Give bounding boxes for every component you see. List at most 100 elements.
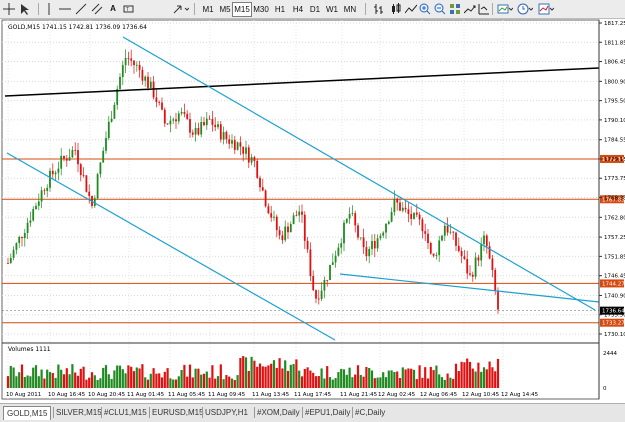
tab-xom-daily[interactable]: #XOM,Daily xyxy=(257,406,300,419)
candle-body xyxy=(21,236,23,239)
tab-separator xyxy=(202,407,203,418)
volume-scale-label: 2444 xyxy=(603,351,617,357)
volume-bar xyxy=(6,376,10,388)
text-icon[interactable]: A xyxy=(106,2,120,15)
volume-bar xyxy=(421,377,424,388)
chart-shift-icon[interactable] xyxy=(477,2,491,15)
volume-bar xyxy=(317,376,320,388)
volume-bar xyxy=(373,378,376,388)
zoom-out-icon[interactable] xyxy=(433,2,447,15)
candle-body xyxy=(438,240,441,256)
candle-body xyxy=(345,218,348,223)
candle-body xyxy=(211,119,214,125)
zoom-in-icon[interactable] xyxy=(418,2,432,15)
candle-body xyxy=(23,232,26,239)
candle-body xyxy=(359,237,362,239)
templates-icon[interactable] xyxy=(537,2,555,15)
tab-silver-m15[interactable]: SILVER,M15 xyxy=(56,406,102,419)
trendline-icon[interactable] xyxy=(74,2,88,15)
volume-bar xyxy=(228,376,231,388)
channel-icon[interactable] xyxy=(90,2,104,15)
timeframe-mn-button[interactable]: MN xyxy=(340,2,360,17)
tab-usdjpy-h1[interactable]: USDJPY,H1 xyxy=(205,406,248,419)
timeframe-m15-button[interactable]: M15 xyxy=(232,2,252,17)
price-tick-label: 1746.45 xyxy=(604,274,625,280)
autoscroll-icon[interactable] xyxy=(463,2,477,15)
volume-bar xyxy=(62,374,66,388)
bar-chart-icon[interactable] xyxy=(372,2,386,15)
volume-bar xyxy=(418,365,421,388)
volume-bar xyxy=(466,358,469,388)
volume-bar xyxy=(54,377,57,388)
vertical-line-icon[interactable] xyxy=(42,2,56,15)
candle-body xyxy=(421,219,424,232)
candle-body xyxy=(457,245,460,252)
candle-body xyxy=(144,76,147,81)
price-tick-label: 1800.90 xyxy=(604,79,625,85)
price-tick-label: 1762.80 xyxy=(604,215,625,221)
candle-body xyxy=(424,231,427,234)
candle-body xyxy=(376,238,379,249)
volume-bar xyxy=(454,363,458,388)
volume-bar xyxy=(289,364,292,388)
candle-body xyxy=(147,76,149,88)
candlestick-icon[interactable] xyxy=(389,2,403,15)
volume-bar xyxy=(130,366,133,388)
cursor-icon[interactable] xyxy=(18,2,32,15)
volume-bar xyxy=(303,368,306,388)
label-icon[interactable]: T xyxy=(122,2,136,15)
price-tick-label: 1806.45 xyxy=(604,60,625,66)
candle-body xyxy=(278,230,281,236)
volume-bar xyxy=(491,367,494,388)
volume-bar xyxy=(71,364,74,388)
tile-icon[interactable] xyxy=(448,2,462,15)
arrow-tool-icon[interactable] xyxy=(172,2,190,15)
candle-body xyxy=(236,142,239,150)
candle-body xyxy=(71,150,74,158)
candle-body xyxy=(259,177,261,188)
volume-bar xyxy=(32,367,35,388)
timeframe-m30-button[interactable]: M30 xyxy=(251,2,271,17)
candle-body xyxy=(483,235,485,245)
volume-bar xyxy=(306,367,309,388)
candle-body xyxy=(373,241,376,249)
timeframe-w1-button[interactable]: W1 xyxy=(322,2,342,17)
volume-bar xyxy=(82,366,85,388)
price-chart[interactable]: 1779.151767.851744.271736.641733.27 1817… xyxy=(0,18,625,401)
candle-body xyxy=(382,232,385,236)
tab-epu1-daily[interactable]: #EPU1,Daily xyxy=(305,406,350,419)
volume-bar xyxy=(51,372,54,388)
candle-body xyxy=(261,187,264,191)
indicators-icon[interactable] xyxy=(496,2,514,15)
volume-bar xyxy=(216,376,220,388)
volume-bar xyxy=(250,356,253,388)
candle-body xyxy=(57,168,60,173)
tab-gold-m15[interactable]: GOLD,M15 xyxy=(3,406,52,420)
candle-body xyxy=(82,175,85,176)
volume-bar xyxy=(65,368,68,388)
candle-body xyxy=(455,232,457,246)
crosshair-icon[interactable] xyxy=(2,2,16,15)
line-chart-icon[interactable] xyxy=(404,2,418,15)
volume-bar xyxy=(18,372,21,388)
volume-bar xyxy=(197,368,200,388)
volume-bar xyxy=(264,366,267,388)
volume-bar xyxy=(356,365,360,388)
candle-body xyxy=(281,235,284,241)
tab-clu1-m15[interactable]: #CLU1,M15 xyxy=(104,406,147,419)
timeframe-h1-button[interactable]: H1 xyxy=(270,2,290,17)
candle-body xyxy=(35,205,37,210)
candle-body xyxy=(303,214,306,241)
tab-c-daily[interactable]: #C,Daily xyxy=(355,406,385,419)
price-tick-label: 1768.35 xyxy=(604,196,625,202)
candle-body xyxy=(329,264,331,281)
volume-bar xyxy=(443,379,446,388)
tab-eurusd-m15[interactable]: EURUSD,M15 xyxy=(152,406,204,419)
volume-bar xyxy=(415,379,418,388)
chart-window[interactable]: 1779.15 1767.85 1744.27 1736.64 1733.27 1817… xyxy=(0,18,625,401)
periods-icon[interactable] xyxy=(516,2,534,15)
horizontal-line-icon[interactable] xyxy=(58,2,72,15)
volume-bar xyxy=(323,378,326,388)
volume-bar xyxy=(242,356,245,388)
candle-body xyxy=(85,175,88,192)
